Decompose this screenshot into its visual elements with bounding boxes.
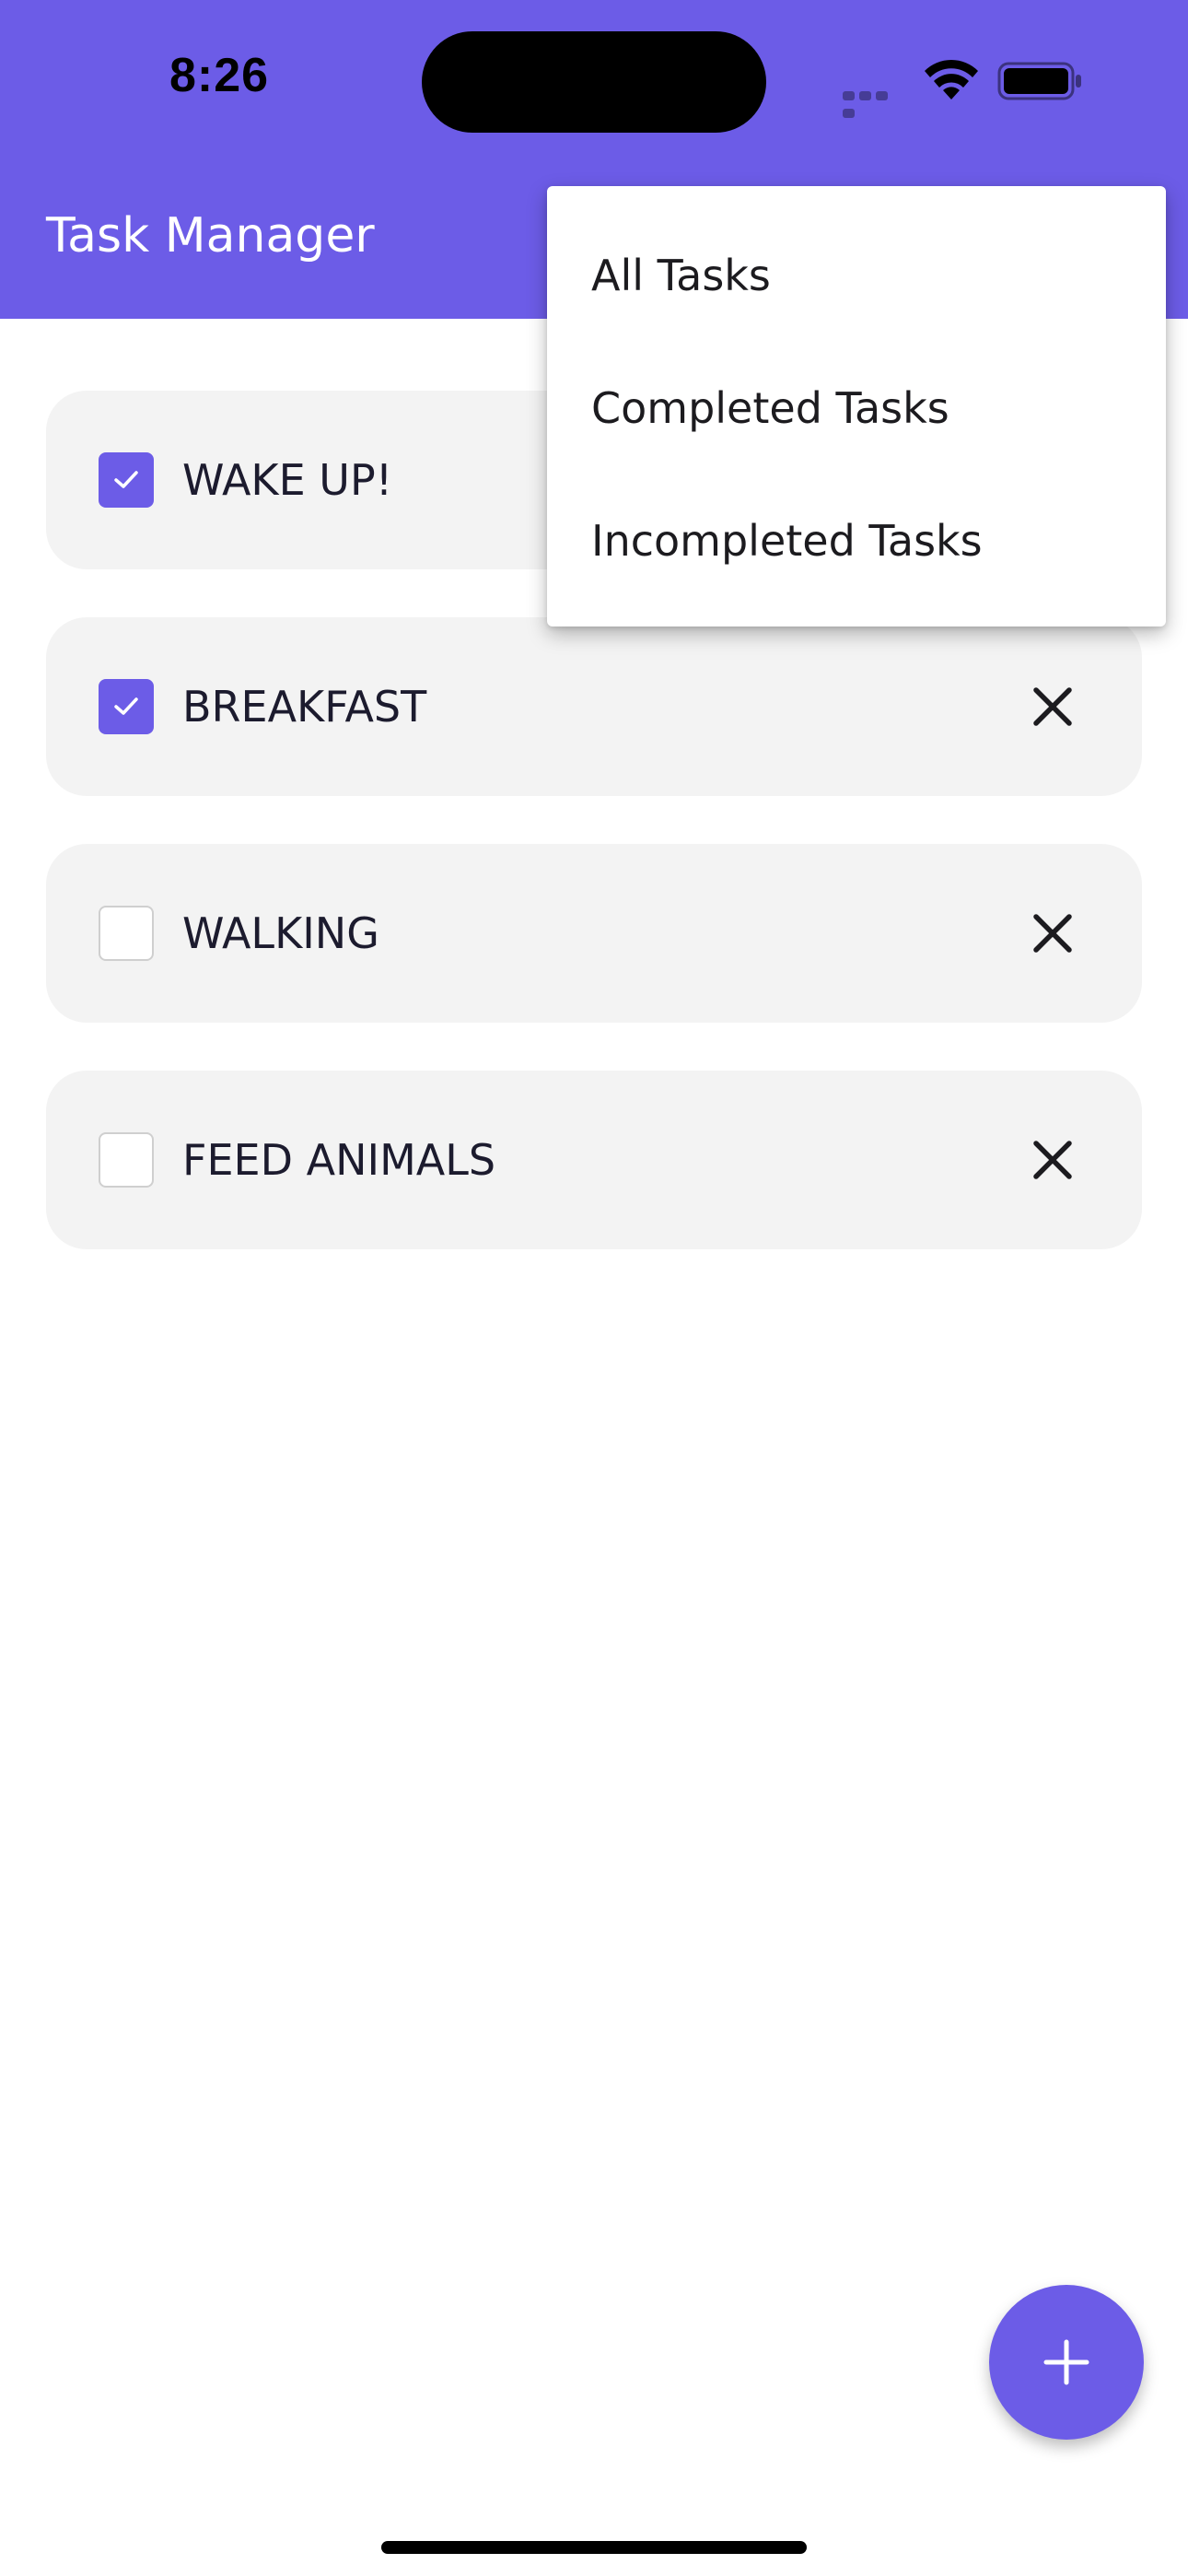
task-label: WALKING bbox=[182, 908, 379, 958]
task-item: FEED ANIMALS bbox=[46, 1071, 1142, 1249]
task-checkbox[interactable] bbox=[99, 679, 154, 734]
task-item: WALKING bbox=[46, 844, 1142, 1023]
add-task-button[interactable] bbox=[989, 2285, 1144, 2440]
wifi-icon bbox=[925, 59, 978, 100]
dynamic-island bbox=[422, 31, 766, 133]
task-label: WAKE UP! bbox=[182, 455, 393, 505]
page-title: Task Manager bbox=[46, 208, 375, 263]
check-icon bbox=[114, 697, 138, 715]
menu-item-all-tasks[interactable]: All Tasks bbox=[591, 247, 771, 304]
close-icon[interactable] bbox=[1030, 1137, 1076, 1183]
task-checkbox[interactable] bbox=[99, 906, 154, 961]
close-icon[interactable] bbox=[1030, 684, 1076, 730]
plus-icon bbox=[1043, 2339, 1089, 2385]
menu-item-incompleted-tasks[interactable]: Incompleted Tasks bbox=[591, 512, 983, 569]
task-item: BREAKFAST bbox=[46, 617, 1142, 796]
task-label: FEED ANIMALS bbox=[182, 1135, 496, 1185]
signal-icon bbox=[843, 87, 907, 118]
task-checkbox[interactable] bbox=[99, 1132, 154, 1188]
menu-item-completed-tasks[interactable]: Completed Tasks bbox=[591, 380, 949, 437]
task-checkbox[interactable] bbox=[99, 452, 154, 508]
task-label: BREAKFAST bbox=[182, 682, 427, 732]
home-indicator[interactable] bbox=[381, 2541, 807, 2554]
battery-icon bbox=[997, 62, 1081, 100]
close-icon[interactable] bbox=[1030, 910, 1076, 956]
check-icon bbox=[114, 471, 138, 488]
filter-menu: All Tasks Completed Tasks Incompleted Ta… bbox=[547, 186, 1166, 626]
status-time: 8:26 bbox=[169, 49, 270, 102]
